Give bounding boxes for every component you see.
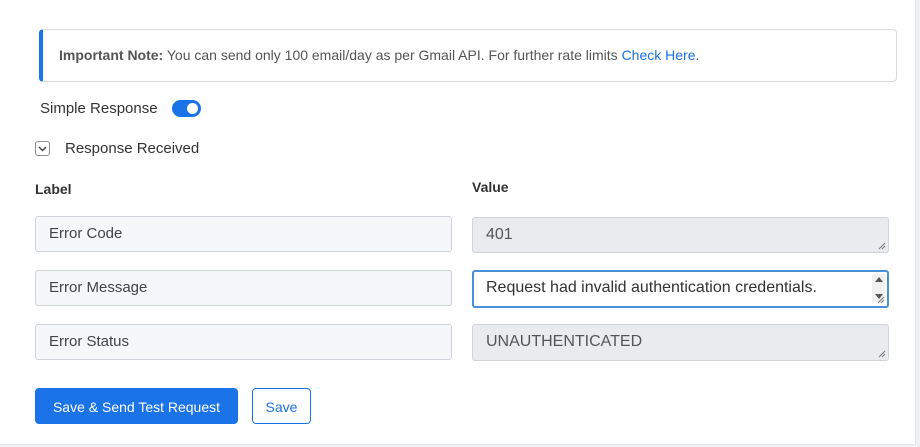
simple-response-toggle[interactable] — [171, 99, 201, 117]
value-text: UNAUTHENTICATED — [486, 333, 643, 350]
value-field-error-message[interactable]: Request had invalid authentication crede… — [472, 270, 889, 308]
resize-handle-icon[interactable] — [878, 242, 886, 250]
label-field-error-message[interactable]: Error Message — [35, 270, 452, 306]
value-text: 401 — [486, 226, 513, 243]
response-received-row[interactable]: Response Received — [35, 138, 199, 159]
value-text: Request had invalid authentication crede… — [486, 279, 817, 296]
resize-handle-icon[interactable] — [877, 296, 885, 304]
value-field-error-status[interactable]: UNAUTHENTICATED — [472, 324, 889, 361]
label-field-error-code[interactable]: Error Code — [35, 216, 452, 252]
check-here-link[interactable]: Check Here — [622, 47, 696, 63]
value-column-header: Value — [472, 179, 509, 195]
toggle-knob — [186, 102, 198, 114]
note-suffix: . — [695, 47, 700, 63]
chevron-down-icon[interactable] — [35, 141, 50, 156]
scroll-up-icon[interactable] — [875, 277, 883, 282]
note-text: You can send only 100 email/day as per G… — [163, 47, 622, 63]
value-field-error-code[interactable]: 401 — [472, 217, 889, 253]
note-prefix: Important Note: — [59, 47, 164, 63]
label-column-header: Label — [35, 181, 72, 197]
label-field-error-status[interactable]: Error Status — [35, 324, 452, 360]
simple-response-label: Simple Response — [40, 99, 158, 117]
resize-handle-icon[interactable] — [878, 350, 886, 358]
save-button[interactable]: Save — [252, 388, 311, 424]
response-received-label: Response Received — [65, 140, 200, 157]
important-note: Important Note: You can send only 100 em… — [39, 29, 897, 82]
save-send-test-request-button[interactable]: Save & Send Test Request — [35, 388, 238, 424]
step-config-panel: Important Note: You can send only 100 em… — [0, 0, 916, 445]
simple-response-row: Simple Response — [40, 98, 201, 118]
